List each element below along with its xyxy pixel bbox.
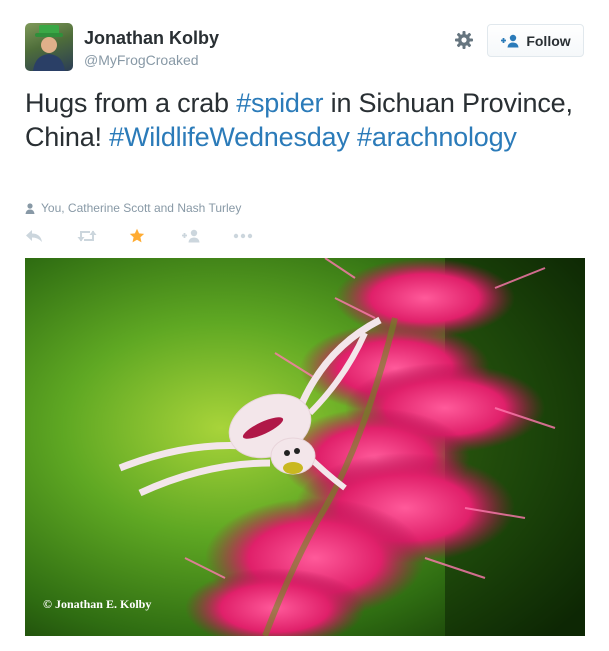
tweet-text-segment: Hugs from a crab bbox=[25, 88, 237, 118]
tweet-photo[interactable]: © Jonathan E. Kolby bbox=[25, 258, 585, 636]
favorited-by: You, Catherine Scott and Nash Turley bbox=[25, 201, 241, 215]
follow-button[interactable]: Follow bbox=[487, 24, 584, 57]
tweet-actions bbox=[25, 226, 285, 246]
avatar[interactable] bbox=[25, 23, 73, 71]
author-name[interactable]: Jonathan Kolby bbox=[84, 28, 219, 49]
tweet-text-segment bbox=[350, 122, 357, 152]
hashtag-link[interactable]: #arachnology bbox=[357, 122, 517, 152]
follow-button-label: Follow bbox=[526, 32, 571, 49]
follow-user-icon bbox=[501, 34, 519, 47]
favorite-icon bbox=[129, 228, 145, 243]
hashtag-link[interactable]: #WildlifeWednesday bbox=[109, 122, 350, 152]
more-icon bbox=[233, 233, 253, 239]
reply-icon bbox=[26, 230, 42, 242]
tweet-text: Hugs from a crab #spider in Sichuan Prov… bbox=[25, 86, 590, 154]
reply-button[interactable] bbox=[25, 226, 77, 246]
author-handle[interactable]: @MyFrogCroaked bbox=[84, 52, 199, 68]
retweet-button[interactable] bbox=[77, 226, 129, 246]
user-icon bbox=[25, 202, 35, 214]
favorite-button[interactable] bbox=[129, 226, 181, 246]
hashtag-link[interactable]: #spider bbox=[236, 88, 323, 118]
favorited-by-text[interactable]: You, Catherine Scott and Nash Turley bbox=[41, 201, 241, 215]
retweet-icon bbox=[77, 230, 97, 242]
more-button[interactable] bbox=[233, 226, 285, 246]
gear-icon[interactable] bbox=[452, 28, 476, 52]
follow-action-button[interactable] bbox=[181, 226, 233, 246]
follow-icon bbox=[182, 229, 200, 243]
photo-credit: © Jonathan E. Kolby bbox=[43, 597, 152, 611]
